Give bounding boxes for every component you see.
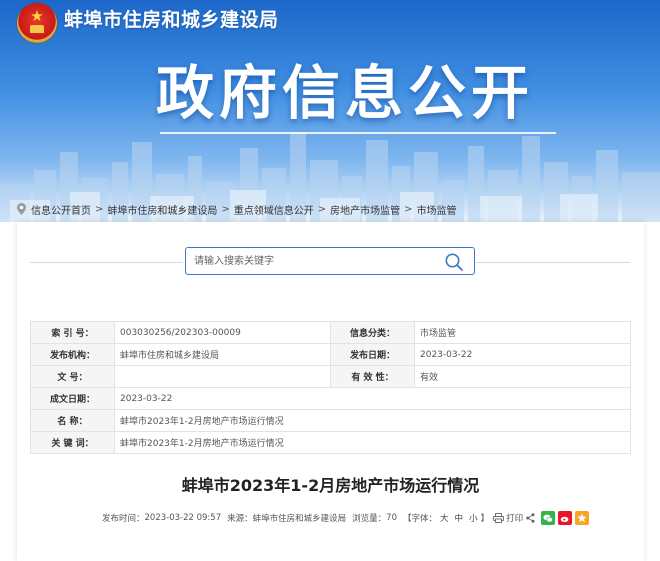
table-row: 名 称： 蚌埠市2023年1-2月房地产市场运行情况: [30, 409, 631, 432]
content-card: 索 引 号： 003030256/202303-00009 信息分类： 市场监管…: [17, 222, 644, 561]
font-large-button[interactable]: 大: [440, 512, 449, 524]
breadcrumb-bureau[interactable]: 蚌埠市住房和城乡建设局: [107, 202, 217, 217]
views-count: 70: [386, 513, 397, 523]
category-label: 信息分类：: [330, 321, 415, 344]
issuer-label: 发布机构：: [30, 343, 115, 366]
breadcrumb-separator: >: [221, 203, 230, 215]
pubdate-label: 发布日期：: [330, 343, 415, 366]
breadcrumb-key-areas[interactable]: 重点领域信息公开: [234, 202, 314, 217]
issuer-value: 蚌埠市住房和城乡建设局: [114, 343, 331, 366]
source-value: 蚌埠市住房和城乡建设局: [252, 514, 347, 524]
font-size-close: 】: [480, 514, 490, 524]
keywords-value: 蚌埠市2023年1-2月房地产市场运行情况: [114, 431, 631, 454]
doc-name-label: 名 称：: [30, 409, 115, 432]
index-label: 索 引 号：: [30, 321, 115, 344]
site-name[interactable]: 蚌埠市住房和城乡建设局: [64, 7, 279, 33]
table-row: 关 键 词： 蚌埠市2023年1-2月房地产市场运行情况: [30, 431, 631, 454]
docno-label: 文 号：: [30, 365, 115, 388]
article-info-bar: 发布时间： 2023-03-22 09:57 来源： 蚌埠市住房和城乡建设局 浏…: [102, 510, 590, 526]
doc-name-value: 蚌埠市2023年1-2月房地产市场运行情况: [114, 409, 631, 432]
breadcrumb-separator: >: [404, 203, 413, 215]
validity-value: 有效: [414, 365, 631, 388]
breadcrumb-market-supervision[interactable]: 市场监管: [417, 202, 457, 217]
font-small-button[interactable]: 小: [469, 512, 478, 524]
search-icon[interactable]: [444, 252, 464, 272]
pub-time-label: 发布时间：: [102, 514, 145, 524]
divider-line: [476, 262, 630, 263]
table-row: 文 号： 有 效 性： 有效: [30, 365, 631, 388]
created-date-value: 2023-03-22: [114, 387, 631, 410]
divider-line: [30, 262, 183, 263]
keywords-label: 关 键 词：: [30, 431, 115, 454]
font-medium-button[interactable]: 中: [455, 512, 464, 524]
search-input[interactable]: [194, 252, 434, 271]
table-row: 成文日期： 2023-03-22: [30, 387, 631, 410]
source-label: 来源：: [227, 514, 253, 524]
share-icon[interactable]: [526, 513, 535, 523]
category-value: 市场监管: [414, 321, 631, 344]
document-meta-table: 索 引 号： 003030256/202303-00009 信息分类： 市场监管…: [30, 321, 631, 454]
location-pin-icon: [17, 203, 26, 215]
wechat-icon[interactable]: [541, 511, 556, 525]
index-value: 003030256/202303-00009: [114, 321, 331, 344]
search-box: [185, 247, 475, 275]
docno-value: [114, 365, 331, 388]
national-emblem-icon: ★: [17, 3, 57, 43]
breadcrumb-home[interactable]: 信息公开首页: [31, 202, 91, 217]
table-row: 索 引 号： 003030256/202303-00009 信息分类： 市场监管: [30, 321, 631, 344]
print-icon[interactable]: [493, 513, 505, 523]
font-size-label: 【字体：: [403, 514, 438, 524]
validity-label: 有 效 性：: [330, 365, 415, 388]
pub-time-value: 2023-03-22 09:57: [144, 513, 222, 523]
print-button[interactable]: 打印: [506, 512, 523, 524]
article-title: 蚌埠市2023年1-2月房地产市场运行情况: [181, 476, 480, 495]
created-date-label: 成文日期：: [30, 387, 115, 410]
pubdate-value: 2023-03-22: [414, 343, 631, 366]
qzone-icon[interactable]: [575, 511, 590, 525]
breadcrumb-real-estate-supervision[interactable]: 房地产市场监管: [330, 202, 400, 217]
banner-title-underline: [160, 132, 556, 134]
banner-title: 政府信息公开: [156, 59, 535, 127]
breadcrumb-separator: >: [317, 203, 327, 215]
views-label: 浏览量：: [352, 514, 387, 524]
search-row: [30, 246, 630, 276]
breadcrumb-separator: >: [95, 203, 104, 215]
weibo-icon[interactable]: [558, 511, 573, 525]
table-row: 发布机构： 蚌埠市住房和城乡建设局 发布日期： 2023-03-22: [30, 343, 631, 366]
breadcrumb: 信息公开首页 > 蚌埠市住房和城乡建设局 > 重点领域信息公开 > 房地产市场监…: [17, 201, 457, 217]
